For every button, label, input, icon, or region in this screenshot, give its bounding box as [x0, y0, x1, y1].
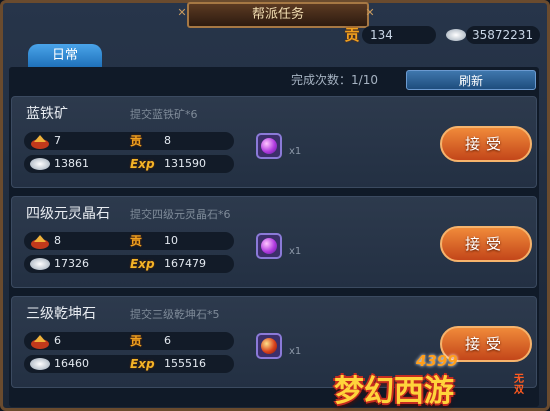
reward-quantity: x1 — [289, 246, 302, 257]
silver-value: 16460 — [54, 357, 89, 370]
reward-item-slot[interactable] — [256, 133, 282, 159]
task-card: 蓝铁矿 提交蓝铁矿*6 7 贡 8 13861 Exp 131590 x1 接受 — [11, 96, 537, 188]
purple-crystal-icon — [261, 138, 277, 154]
ornament-right-icon: ✕ — [365, 6, 375, 19]
bag-value: 6 — [54, 334, 61, 347]
refresh-button[interactable]: 刷新 — [406, 70, 536, 90]
task-description: 提交蓝铁矿*6 — [130, 108, 198, 121]
purple-crystal-icon — [261, 238, 277, 254]
silver-icon — [30, 358, 50, 370]
tong-icon: 贡 — [130, 234, 143, 248]
bag-icon — [31, 135, 49, 149]
exp-value: 167479 — [164, 257, 206, 270]
silver-icon — [30, 158, 50, 170]
tong-value: 10 — [164, 234, 178, 247]
completion-count: 完成次数：1/10 — [291, 71, 378, 89]
silver-value: 13861 — [54, 157, 89, 170]
reward-item-slot[interactable] — [256, 333, 282, 359]
reward-row-bottom: 13861 Exp 131590 — [24, 155, 234, 173]
task-name: 三级乾坤石 — [26, 306, 96, 322]
tong-icon: 贡 — [130, 134, 143, 148]
exp-value: 155516 — [164, 357, 206, 370]
reward-row-bottom: 17326 Exp 167479 — [24, 255, 234, 273]
silver-value: 17326 — [54, 257, 89, 270]
exp-value: 131590 — [164, 157, 206, 170]
tong-balance: 134 — [362, 26, 436, 44]
reward-quantity: x1 — [289, 346, 302, 357]
task-description: 提交三级乾坤石*5 — [130, 308, 220, 321]
red-stone-icon — [261, 338, 277, 354]
task-card: 四级元灵晶石 提交四级元灵晶石*6 8 贡 10 17326 Exp 16747… — [11, 196, 537, 288]
task-name: 蓝铁矿 — [26, 106, 68, 122]
tong-icon: 贡 — [130, 334, 143, 348]
silver-balance-value: 35872231 — [472, 28, 534, 42]
tong-value: 8 — [164, 134, 171, 147]
reward-row-top: 6 贡 6 — [24, 332, 234, 350]
reward-row-bottom: 16460 Exp 155516 — [24, 355, 234, 373]
bag-icon — [31, 235, 49, 249]
accept-button[interactable]: 接受 — [440, 226, 532, 262]
exp-icon: Exp — [130, 157, 155, 171]
window-title: 帮派任务 — [187, 2, 369, 28]
task-name: 四级元灵晶石 — [26, 206, 110, 222]
reward-row-top: 7 贡 8 — [24, 132, 234, 150]
silver-icon — [30, 258, 50, 270]
tab-daily[interactable]: 日常 — [28, 44, 102, 68]
logo-title: 梦幻西游 — [334, 374, 454, 409]
silver-icon — [446, 29, 466, 41]
silver-balance: 35872231 — [466, 26, 540, 44]
tong-contribution-icon: 贡 — [344, 26, 360, 44]
logo-subtitle: 无双 — [514, 374, 524, 396]
reward-item-slot[interactable] — [256, 233, 282, 259]
tong-balance-value: 134 — [370, 28, 393, 42]
completion-value: 1/10 — [351, 73, 378, 87]
task-description: 提交四级元灵晶石*6 — [130, 208, 231, 221]
exp-icon: Exp — [130, 357, 155, 371]
game-logo-watermark: 4399 梦幻西游 无双 — [334, 352, 539, 409]
bag-icon — [31, 335, 49, 349]
completion-label: 完成次数： — [291, 73, 352, 87]
bag-value: 7 — [54, 134, 61, 147]
reward-row-top: 8 贡 10 — [24, 232, 234, 250]
tong-value: 6 — [164, 334, 171, 347]
bag-value: 8 — [54, 234, 61, 247]
exp-icon: Exp — [130, 257, 155, 271]
reward-quantity: x1 — [289, 146, 302, 157]
accept-button[interactable]: 接受 — [440, 126, 532, 162]
